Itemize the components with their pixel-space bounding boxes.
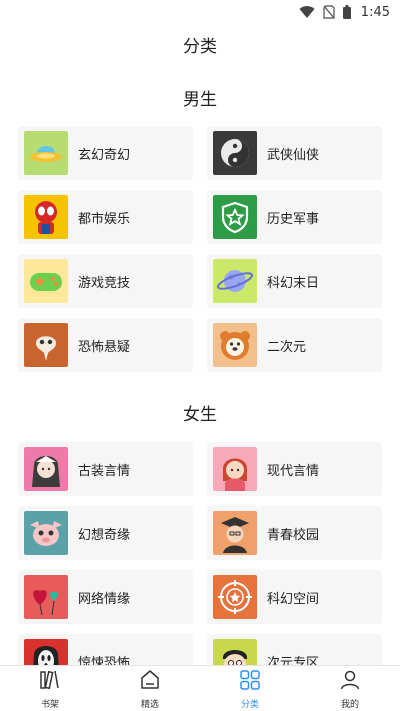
tab-label: 我的 [340,699,359,710]
category-card[interactable]: 网络情缘 [18,570,193,624]
tab-label: 分类 [240,699,259,710]
category-label: 二次元 [267,339,307,355]
ancient-woman-icon [24,447,68,491]
category-label: 古装言情 [78,463,131,479]
tab-mine[interactable]: 我的 [300,666,400,711]
hearts-balloon-icon [24,575,68,619]
gamepad-icon [24,259,68,303]
status-bar: 1:45 [0,0,400,24]
section-title-female: 女生 [183,405,217,425]
category-card[interactable]: 恐怖悬疑 [18,318,193,372]
category-card[interactable]: 游戏竞技 [18,254,193,308]
tab-label: 精选 [140,699,159,710]
category-label: 玄幻奇幻 [78,147,131,163]
category-label: 幻想奇缘 [78,527,131,543]
category-label: 青春校园 [267,527,320,543]
graduate-icon [213,511,257,555]
category-card[interactable]: 幻想奇缘 [18,506,193,560]
category-card[interactable]: 玄幻奇幻 [18,126,193,180]
category-label: 都市娱乐 [78,211,131,227]
home-icon [138,668,162,696]
spiderman-icon [24,195,68,239]
bottom-tab-bar: 书架 精选 分类 我的 [0,665,400,711]
category-label: 现代言情 [267,463,320,479]
category-label: 网络情缘 [78,591,131,607]
category-card[interactable]: 科幻末日 [207,254,382,308]
tab-featured[interactable]: 精选 [100,666,200,711]
no-sim-icon [323,5,335,19]
category-card[interactable]: 历史军事 [207,190,382,244]
shield-star-icon [213,195,257,239]
bear-icon [213,323,257,367]
yin-yang-icon [213,131,257,175]
category-grid-icon [238,668,262,696]
ufo-icon [24,131,68,175]
category-label: 历史军事 [267,211,320,227]
category-card[interactable]: 都市娱乐 [18,190,193,244]
category-label: 科幻末日 [267,275,320,291]
category-card[interactable]: 科幻空间 [207,570,382,624]
category-card[interactable]: 二次元 [207,318,382,372]
category-card[interactable]: 古装言情 [18,442,193,496]
category-card[interactable]: 青春校园 [207,506,382,560]
category-label: 恐怖悬疑 [78,339,131,355]
category-label: 科幻空间 [267,591,320,607]
section-title-male: 男生 [183,90,217,110]
category-label: 游戏竞技 [78,275,131,291]
wifi-icon [299,5,315,19]
ghost-icon [24,323,68,367]
tab-label: 书架 [40,699,59,710]
tab-bookshelf[interactable]: 书架 [0,666,100,711]
category-grid-female: 古装言情 现代言情 幻想奇缘 青春校园 网络情缘 科幻空间 惊悚恐怖 次元专区 [18,442,382,688]
category-grid-male: 玄幻奇幻 武侠仙侠 都市娱乐 历史军事 游戏竞技 科幻末日 恐怖悬疑 二次元 [18,126,382,372]
battery-icon [342,5,351,19]
tab-category[interactable]: 分类 [200,666,300,711]
category-label: 武侠仙侠 [267,147,320,163]
status-time: 1:45 [360,4,390,20]
planet-icon [213,259,257,303]
bookshelf-icon [38,668,62,696]
page-title: 分类 [183,37,217,57]
category-card[interactable]: 现代言情 [207,442,382,496]
fantasy-creature-icon [24,511,68,555]
user-icon [338,668,362,696]
category-card[interactable]: 武侠仙侠 [207,126,382,180]
modern-woman-icon [213,447,257,491]
compass-star-icon [213,575,257,619]
